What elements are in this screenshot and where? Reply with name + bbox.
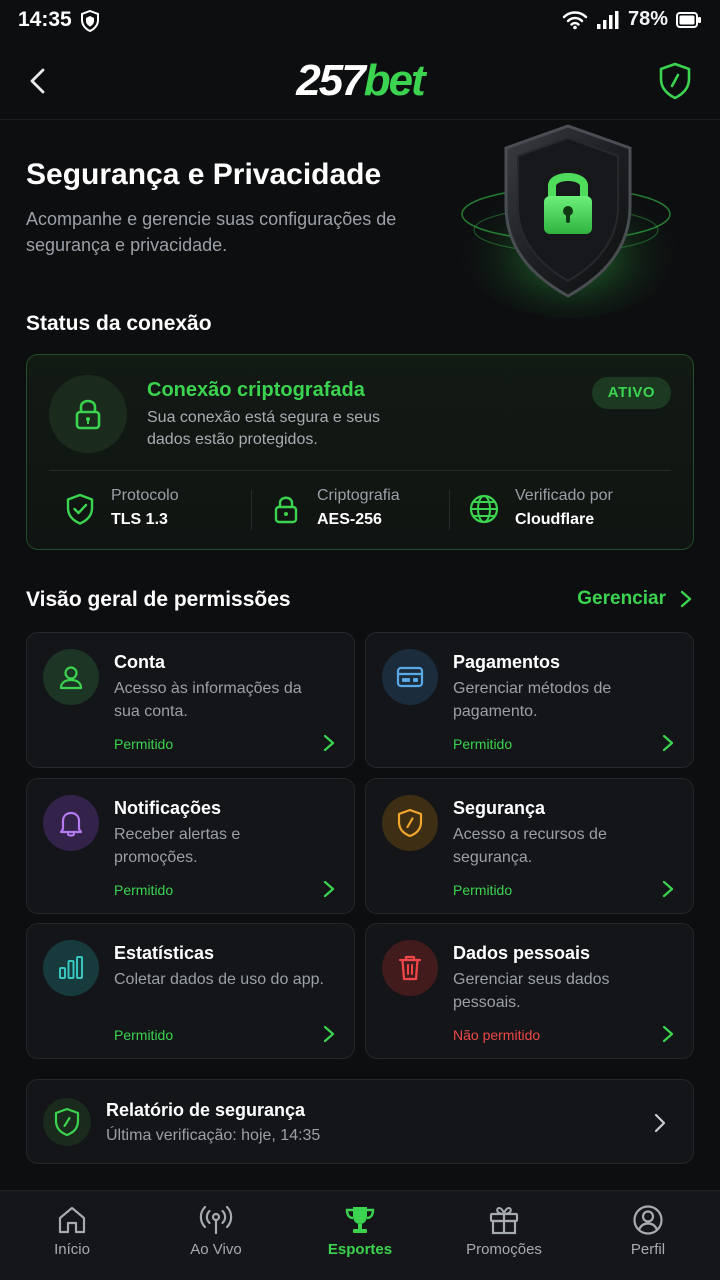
- permission-card-payments[interactable]: Pagamentos Gerenciar métodos de pagament…: [365, 632, 694, 768]
- divider: [49, 470, 671, 471]
- permission-description: Acesso às informações da sua conta.: [114, 680, 302, 720]
- bar-chart-icon: [43, 940, 99, 996]
- meta-label: Criptografia: [317, 487, 400, 504]
- meta-value: TLS 1.3: [111, 511, 168, 528]
- permission-title: Estatísticas: [114, 943, 215, 963]
- user-icon: [43, 649, 99, 705]
- top-app-bar: 257bet: [0, 42, 720, 120]
- status-badge: ATIVO: [591, 377, 671, 409]
- connection-section-title: Status da conexão: [26, 312, 212, 335]
- card-icon: [382, 649, 438, 705]
- permission-status: Permitido: [114, 882, 174, 898]
- trophy-icon: [345, 1207, 375, 1233]
- permission-description: Gerenciar seus dados pessoais.: [453, 971, 610, 1011]
- manage-permissions-link[interactable]: Gerenciar: [577, 588, 692, 610]
- nav-item-live[interactable]: Ao Vivo: [161, 1205, 271, 1258]
- lock-icon: [49, 375, 127, 453]
- report-subtitle: Última verificação: hoje, 14:35: [106, 1127, 321, 1144]
- shield-icon: [382, 795, 438, 851]
- permission-status: Permitido: [453, 882, 513, 898]
- chevron-right-icon: [662, 1025, 674, 1043]
- meta-protocol: Protocolo TLS 1.3: [63, 485, 179, 533]
- nav-item-home[interactable]: Início: [17, 1205, 127, 1258]
- page-subtitle: Acompanhe e gerencie suas configurações …: [26, 209, 397, 255]
- divider: [251, 490, 252, 530]
- permission-card-notifications[interactable]: Notificações Receber alertas e promoções…: [26, 778, 355, 914]
- hero-shield-lock-illustration: [452, 124, 688, 318]
- permission-description: Receber alertas e promoções.: [114, 826, 241, 866]
- permission-description: Gerenciar métodos de pagamento.: [453, 680, 612, 720]
- bottom-navigation: Início Ao Vivo Esportes Promoções Perfil: [0, 1190, 720, 1280]
- gift-icon: [489, 1207, 519, 1235]
- signal-icon: [596, 10, 619, 29]
- permission-title: Conta: [114, 652, 165, 672]
- meta-label: Verificado por: [515, 487, 613, 504]
- nav-label: Esportes: [327, 1241, 393, 1258]
- permission-description: Acesso a recursos de segurança.: [453, 826, 607, 866]
- shield-check-icon: [43, 1098, 91, 1146]
- meta-encryption: Criptografia AES-256: [269, 485, 400, 533]
- permission-status: Permitido: [114, 1027, 174, 1043]
- chevron-right-icon: [680, 590, 692, 608]
- permission-description: Coletar dados de uso do app.: [114, 971, 324, 988]
- manage-label: Gerenciar: [577, 588, 666, 609]
- chevron-right-icon: [662, 880, 674, 898]
- permission-title: Notificações: [114, 798, 222, 818]
- nav-label: Ao Vivo: [190, 1241, 242, 1258]
- nav-label: Início: [54, 1241, 90, 1258]
- bell-icon: [43, 795, 99, 851]
- chevron-right-icon: [662, 734, 674, 752]
- wifi-icon: [562, 10, 588, 29]
- battery-icon: [676, 11, 701, 28]
- brand-logo: 257bet: [296, 56, 425, 105]
- nav-label: Perfil: [630, 1241, 666, 1258]
- permissions-section-title: Visão geral de permissões: [26, 588, 291, 611]
- nav-item-sports[interactable]: Esportes: [305, 1205, 415, 1258]
- meta-value: Cloudflare: [515, 511, 595, 528]
- status-right: 78%: [562, 8, 702, 31]
- chevron-right-icon: [323, 880, 335, 898]
- divider: [449, 490, 450, 530]
- connection-description: Sua conexão está segura e seus dados est…: [147, 409, 381, 448]
- permission-title: Dados pessoais: [453, 943, 591, 963]
- trash-icon: [382, 940, 438, 996]
- meta-verified: Verificado por Cloudflare: [467, 485, 613, 533]
- nav-label: Promoções: [466, 1241, 542, 1258]
- permission-title: Segurança: [453, 798, 546, 818]
- meta-value: AES-256: [317, 511, 382, 528]
- page-title: Segurança e Privacidade: [26, 158, 382, 191]
- profile-icon: [633, 1205, 663, 1235]
- security-shield-icon[interactable]: [658, 62, 692, 100]
- meta-label: Protocolo: [111, 487, 179, 504]
- permission-status: Permitido: [453, 736, 513, 752]
- chevron-right-icon: [323, 734, 335, 752]
- shield-status-icon: [81, 10, 99, 32]
- nav-item-promotions[interactable]: Promoções: [449, 1205, 559, 1258]
- status-time: 14:35: [18, 8, 72, 31]
- report-title: Relatório de segurança: [106, 1100, 306, 1120]
- connection-title: Conexão criptografada: [147, 379, 365, 401]
- permission-status: Não permitido: [453, 1027, 541, 1043]
- status-bar: 14:35 78%: [0, 0, 720, 42]
- chevron-right-icon: [654, 1113, 666, 1133]
- battery-percent: 78%: [627, 8, 668, 30]
- globe-icon: [469, 494, 499, 524]
- nav-item-profile[interactable]: Perfil: [593, 1205, 703, 1258]
- permission-card-security[interactable]: Segurança Acesso a recursos de segurança…: [365, 778, 694, 914]
- lock-icon: [274, 496, 298, 524]
- permission-status: Permitido: [114, 736, 174, 752]
- app-screen: 14:35 78% 257bet Segurança e Privacidade…: [0, 0, 720, 1280]
- permission-title: Pagamentos: [453, 652, 561, 672]
- connection-status-card: Conexão criptografada Sua conexão está s…: [26, 354, 694, 550]
- permission-card-personal-data[interactable]: Dados pessoais Gerenciar seus dados pess…: [365, 923, 694, 1059]
- permission-card-account[interactable]: Conta Acesso às informações da sua conta…: [26, 632, 355, 768]
- chevron-right-icon: [323, 1025, 335, 1043]
- home-icon: [58, 1206, 86, 1234]
- permission-card-statistics[interactable]: Estatísticas Coletar dados de uso do app…: [26, 923, 355, 1059]
- security-report-row[interactable]: Relatório de segurança Última verificaçã…: [26, 1079, 694, 1164]
- live-icon: [199, 1205, 233, 1235]
- shield-check-icon: [66, 493, 94, 525]
